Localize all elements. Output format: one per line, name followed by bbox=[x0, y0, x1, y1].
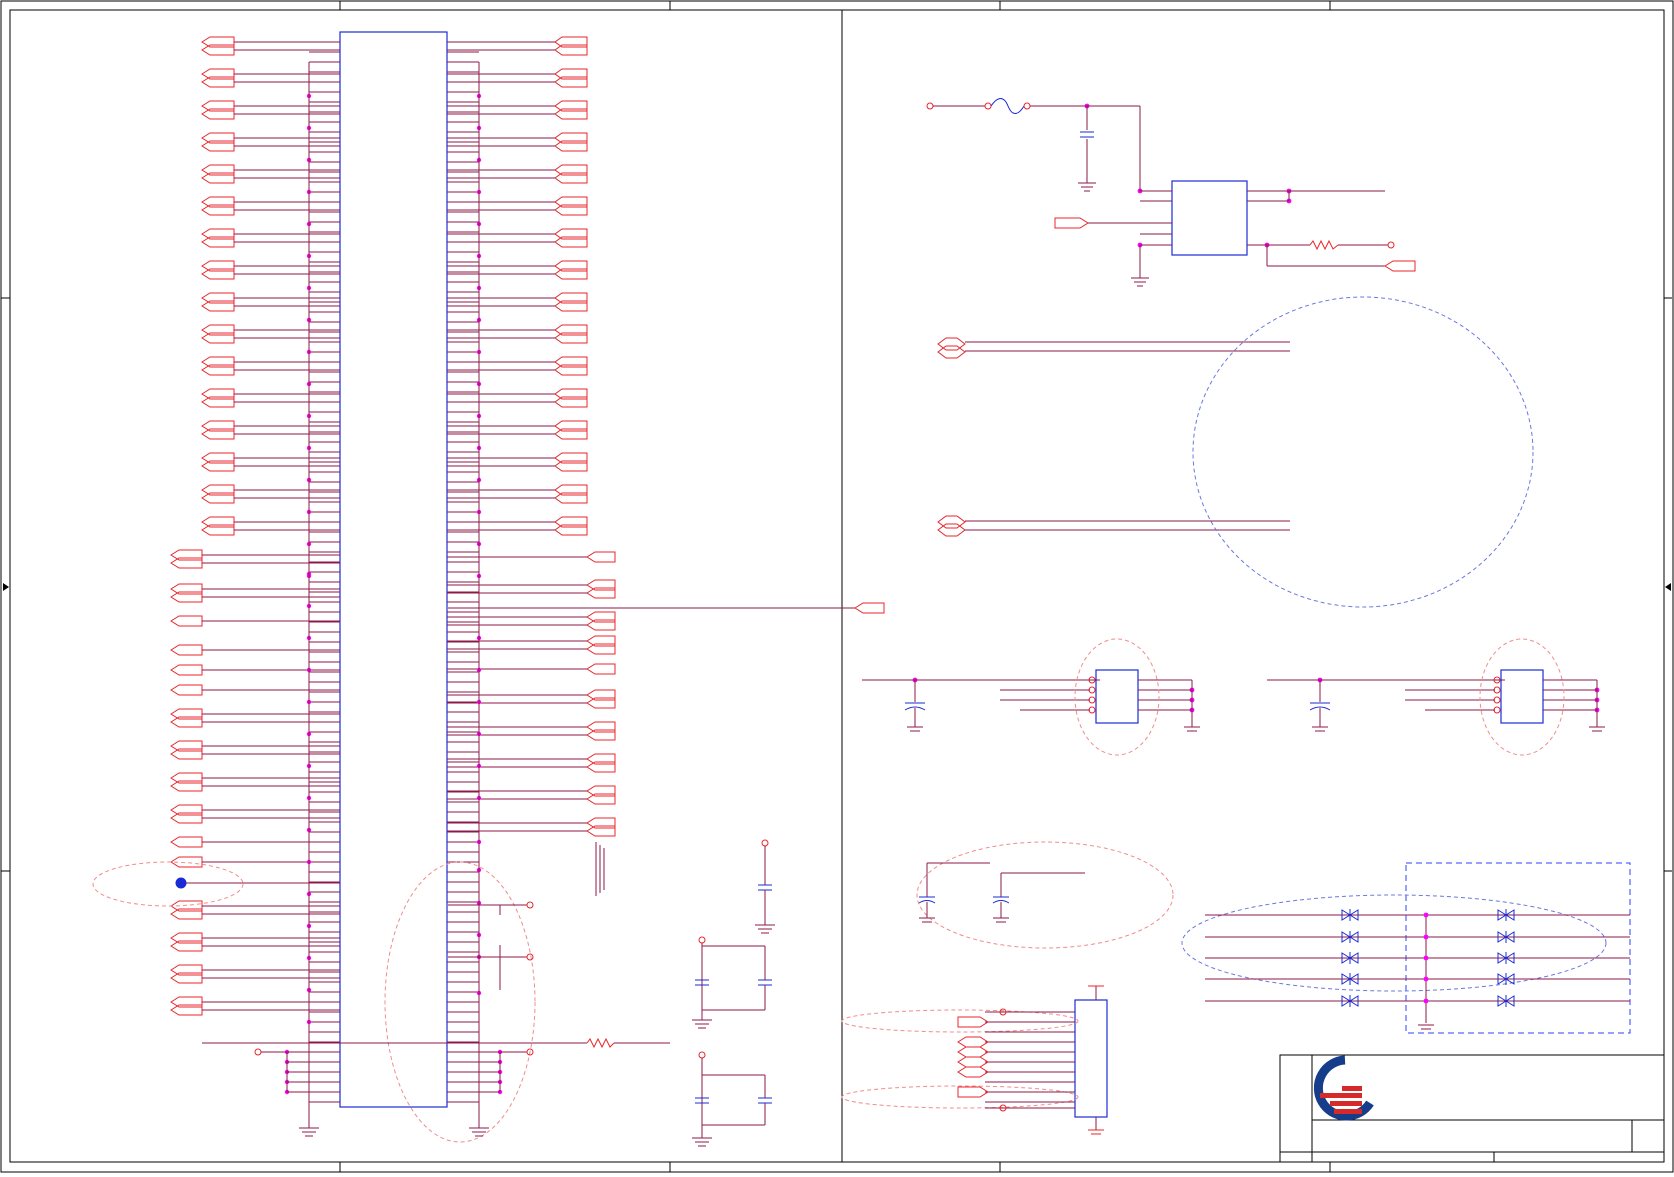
sheet-outer-border bbox=[0, 0, 1674, 1173]
bottom-connector-diff-port bbox=[957, 1046, 989, 1058]
bottom-connector-port bbox=[957, 1086, 989, 1098]
left-single-port bbox=[170, 615, 203, 627]
right-single-port bbox=[586, 551, 616, 563]
diff-pair-port-top-2 bbox=[937, 345, 966, 359]
main-connector-body bbox=[339, 31, 448, 1108]
junction-dot bbox=[1423, 934, 1429, 940]
fuse-symbol bbox=[990, 98, 1025, 114]
esd-diode-group bbox=[1205, 909, 1630, 1007]
junction-dot bbox=[1423, 955, 1429, 961]
wire-group bbox=[202, 41, 587, 1103]
bottom-connector-diff-port bbox=[957, 1036, 989, 1048]
diff-pair-port-bottom bbox=[937, 515, 966, 529]
right-port-group bbox=[554, 36, 616, 837]
left-single-port bbox=[170, 664, 203, 676]
diff-pair-port-bottom-2 bbox=[937, 523, 966, 537]
junction-dot bbox=[1423, 998, 1429, 1004]
pg-pullup-resistor bbox=[1309, 239, 1339, 251]
cap-region bbox=[916, 841, 1174, 949]
junction-dot bbox=[1423, 912, 1429, 918]
esd-protection-region bbox=[1405, 862, 1631, 1034]
left-single-port bbox=[170, 836, 203, 848]
eeprom-1-region bbox=[1074, 638, 1160, 756]
small-ic-section bbox=[862, 638, 1605, 756]
test-point-region-outline bbox=[92, 861, 244, 907]
power-good-port bbox=[1384, 260, 1416, 272]
eeprom-ic-1 bbox=[1095, 669, 1139, 724]
schematic-sheet bbox=[0, 0, 1674, 1173]
esd-line-region bbox=[1181, 894, 1607, 992]
keepout-region bbox=[1192, 296, 1534, 608]
eeprom-ic-2 bbox=[1500, 669, 1544, 724]
bottom-connector-diff-port bbox=[957, 1056, 989, 1068]
left-single-port bbox=[170, 644, 203, 656]
junction-dot bbox=[1423, 976, 1429, 982]
power-ic-body bbox=[1171, 180, 1248, 256]
diff-pair-port-top bbox=[937, 337, 966, 351]
left-single-port bbox=[170, 684, 203, 696]
bottom-connector-body bbox=[1074, 999, 1108, 1118]
enable-port bbox=[1054, 217, 1089, 229]
differential-pair-section bbox=[937, 296, 1534, 608]
bottom-resistor bbox=[586, 1037, 615, 1049]
left-port-group bbox=[170, 36, 235, 1016]
junction-group bbox=[284, 93, 1600, 1095]
bottom-connector-lines bbox=[957, 1008, 1075, 1112]
company-logo-icon bbox=[1313, 1055, 1374, 1121]
bottom-connector-port bbox=[957, 1016, 989, 1028]
center-extras bbox=[92, 62, 885, 1147]
bottom-connector-diff-port bbox=[957, 1066, 989, 1078]
zone-ticks bbox=[1, 1, 1672, 1172]
power-input-section bbox=[926, 98, 1416, 287]
right-single-port bbox=[586, 663, 616, 675]
title-block bbox=[1279, 1054, 1665, 1163]
center-net-port bbox=[854, 602, 885, 614]
zone-arrows bbox=[3, 583, 1671, 591]
test-point-marker bbox=[175, 877, 187, 889]
sheet-inner-border bbox=[9, 9, 1665, 1163]
eeprom-2-region bbox=[1479, 638, 1565, 756]
bottom-connector-section bbox=[841, 985, 1108, 1135]
